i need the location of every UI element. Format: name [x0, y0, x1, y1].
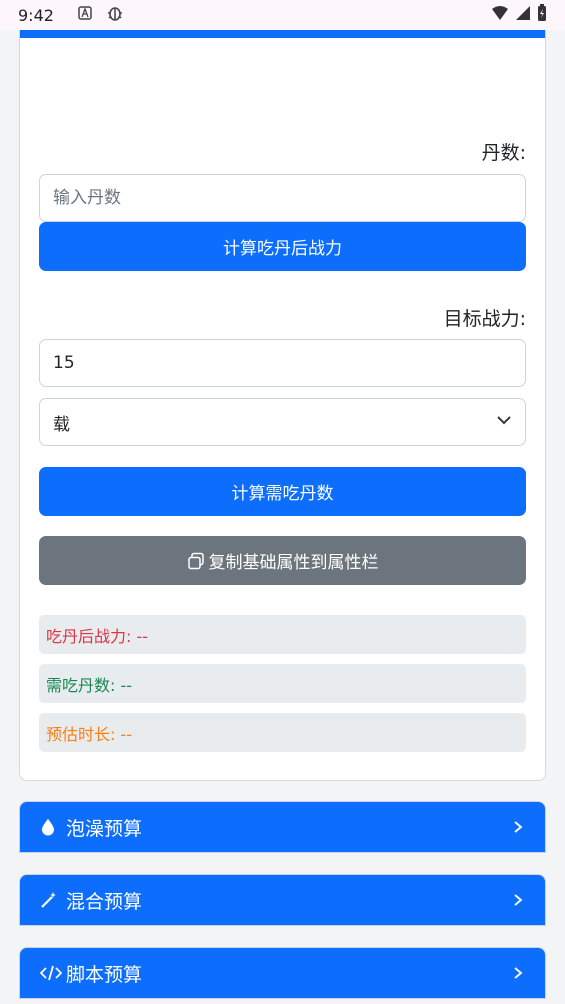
signal-icon — [515, 5, 531, 25]
card-top-accent — [20, 30, 545, 38]
dan-label: 丹数: — [481, 142, 526, 164]
target-power-input[interactable] — [39, 339, 526, 387]
dan-calculator-card: 丹数: 计算吃丹后战力 目标战力: 载 计算需吃丹数 复制基础属性到属性栏 吃丹… — [19, 30, 546, 781]
unit-select-value: 载 — [53, 414, 70, 435]
section-script-budget-label: 脚本预算 — [66, 963, 143, 986]
section-mixed-budget[interactable]: 混合预算 — [19, 874, 546, 926]
copy-attributes-button[interactable]: 复制基础属性到属性栏 — [39, 536, 526, 585]
target-power-label: 目标战力: — [443, 308, 526, 330]
chevron-right-icon — [511, 966, 525, 980]
need-dan-result: 需吃丹数: -- — [39, 664, 526, 703]
chevron-down-icon — [496, 412, 512, 433]
after-power-result: 吃丹后战力: -- — [39, 615, 526, 654]
wifi-icon — [491, 5, 509, 25]
code-icon — [40, 965, 62, 981]
dan-input[interactable] — [39, 174, 526, 222]
section-bath-budget-label: 泡澡预算 — [66, 817, 143, 840]
droplet-icon — [40, 818, 62, 836]
est-time-result: 预估时长: -- — [39, 713, 526, 752]
copy-icon — [187, 552, 205, 570]
unit-select[interactable]: 载 — [39, 398, 526, 446]
section-script-budget[interactable]: 脚本预算 — [19, 947, 546, 999]
chevron-right-icon — [511, 820, 525, 834]
magic-wand-icon — [40, 891, 62, 909]
font-icon — [78, 6, 92, 24]
bug-icon — [106, 4, 124, 26]
battery-icon — [537, 4, 547, 26]
chevron-right-icon — [511, 893, 525, 907]
status-bar: 9:42 — [0, 0, 565, 30]
section-bath-budget[interactable]: 泡澡预算 — [19, 801, 546, 853]
calc-need-dan-button[interactable]: 计算需吃丹数 — [39, 467, 526, 516]
section-mixed-budget-label: 混合预算 — [66, 890, 143, 913]
status-time: 9:42 — [18, 5, 54, 25]
copy-attributes-label: 复制基础属性到属性栏 — [208, 553, 379, 573]
calc-after-power-button[interactable]: 计算吃丹后战力 — [39, 222, 526, 271]
